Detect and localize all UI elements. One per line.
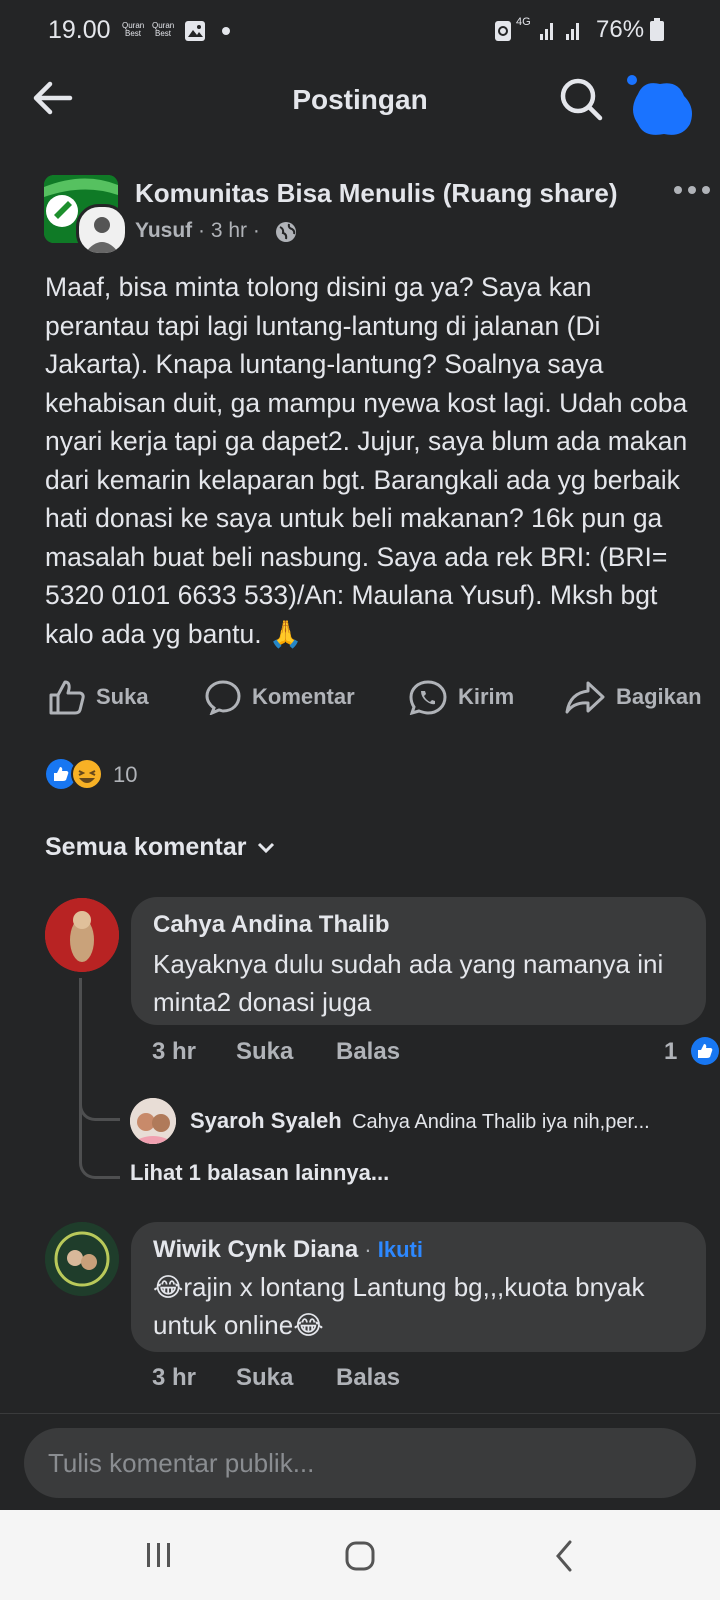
thread-connector <box>79 1118 120 1179</box>
commenter-avatar[interactable] <box>45 898 119 972</box>
like-icon <box>49 680 85 715</box>
commenter-avatar[interactable] <box>45 1222 119 1296</box>
comment-bubble[interactable]: Wiwik Cynk Diana · Ikuti 😂rajin x lontan… <box>131 1222 706 1352</box>
reply-preview[interactable]: Syaroh Syaleh Cahya Andina Thalib iya ni… <box>190 1108 710 1134</box>
globe-icon <box>276 222 296 242</box>
comment-sort-dropdown[interactable]: Semua komentar <box>45 833 276 862</box>
separator: · <box>358 1237 378 1262</box>
comment-sort-label: Semua komentar <box>45 833 247 861</box>
comment-button[interactable]: Komentar <box>204 672 355 722</box>
back-nav-icon[interactable] <box>552 1538 576 1574</box>
author-avatar[interactable] <box>76 204 128 256</box>
commenter-name[interactable]: Cahya Andina Thalib <box>153 911 389 939</box>
whatsapp-icon <box>409 680 447 715</box>
comment-reply-button[interactable]: Balas <box>336 1364 400 1392</box>
comment-icon <box>205 680 241 715</box>
view-more-replies-link[interactable]: Lihat 1 balasan lainnya... <box>130 1160 389 1186</box>
like-label: Suka <box>96 684 149 709</box>
battery-percent: 76% <box>596 16 645 43</box>
send-button[interactable]: Kirim <box>408 672 514 722</box>
recent-apps-icon[interactable] <box>144 1540 174 1570</box>
image-icon <box>185 21 205 41</box>
more-options-icon[interactable] <box>672 184 712 196</box>
post-meta: Yusuf · 3 hr · <box>135 219 260 243</box>
chevron-down-icon <box>258 842 275 853</box>
reply-avatar[interactable] <box>130 1098 176 1144</box>
app-badge-icon: Quran Best <box>152 21 175 38</box>
like-reaction-icon <box>46 758 103 790</box>
comment-like-button[interactable]: Suka <box>236 1364 293 1392</box>
group-name[interactable]: Komunitas Bisa Menulis (Ruang share) <box>135 178 618 209</box>
author-name[interactable]: Yusuf <box>135 219 192 242</box>
comment-input[interactable]: Tulis komentar publik... <box>24 1428 696 1498</box>
comment-time[interactable]: 3 hr <box>152 1364 196 1392</box>
page-title: Postingan <box>292 84 428 115</box>
app-badge-icon: Quran Best <box>122 21 145 38</box>
comment-time[interactable]: 3 hr <box>152 1038 196 1066</box>
avatar[interactable] <box>624 74 694 136</box>
network-type: 4G <box>516 16 531 28</box>
share-button[interactable]: Bagikan <box>564 672 702 722</box>
reply-name: Syaroh Syaleh <box>190 1108 342 1133</box>
comment-reply-button[interactable]: Balas <box>336 1038 400 1066</box>
system-nav-bar <box>0 1510 720 1600</box>
post-time[interactable]: 3 hr <box>211 219 247 242</box>
like-reaction-icon <box>691 1037 719 1065</box>
thread-connector <box>79 1090 120 1121</box>
reply-text: Cahya Andina Thalib iya nih,per... <box>352 1111 650 1133</box>
commenter-name[interactable]: Wiwik Cynk Diana <box>153 1236 358 1263</box>
search-icon[interactable] <box>558 76 604 122</box>
separator: · <box>192 219 211 242</box>
notification-dot-icon <box>222 27 230 35</box>
comment-text: Kayaknya dulu sudah ada yang namanya ini… <box>153 949 664 1017</box>
post-body: Maaf, bisa minta tolong disini ga ya? Sa… <box>45 272 688 649</box>
separator: · <box>247 219 260 242</box>
battery-icon <box>650 18 664 41</box>
status-bar: 19.00 Quran Best Quran Best 4G 76% <box>0 0 720 62</box>
reaction-count: 10 <box>113 762 138 787</box>
send-label: Kirim <box>458 684 515 709</box>
signal-icon <box>540 23 579 40</box>
follow-button[interactable]: Ikuti <box>378 1237 423 1262</box>
like-button[interactable]: Suka <box>48 672 149 722</box>
comment-label: Komentar <box>252 684 355 709</box>
share-icon <box>565 681 605 714</box>
share-label: Bagikan <box>616 684 702 709</box>
home-icon[interactable] <box>344 1540 376 1572</box>
status-time: 19.00 <box>48 16 111 44</box>
comment-text: 😂rajin x lontang Lantung bg,,,kuota bnya… <box>153 1272 645 1340</box>
comment-like-count: 1 <box>664 1038 678 1065</box>
comment-header: Wiwik Cynk Diana · Ikuti <box>153 1236 423 1264</box>
comment-like-button[interactable]: Suka <box>236 1038 293 1066</box>
reaction-summary[interactable]: 10 <box>45 758 137 792</box>
comment-bubble[interactable]: Cahya Andina Thalib Kayaknya dulu sudah … <box>131 897 706 1025</box>
recycle-icon <box>495 21 511 41</box>
